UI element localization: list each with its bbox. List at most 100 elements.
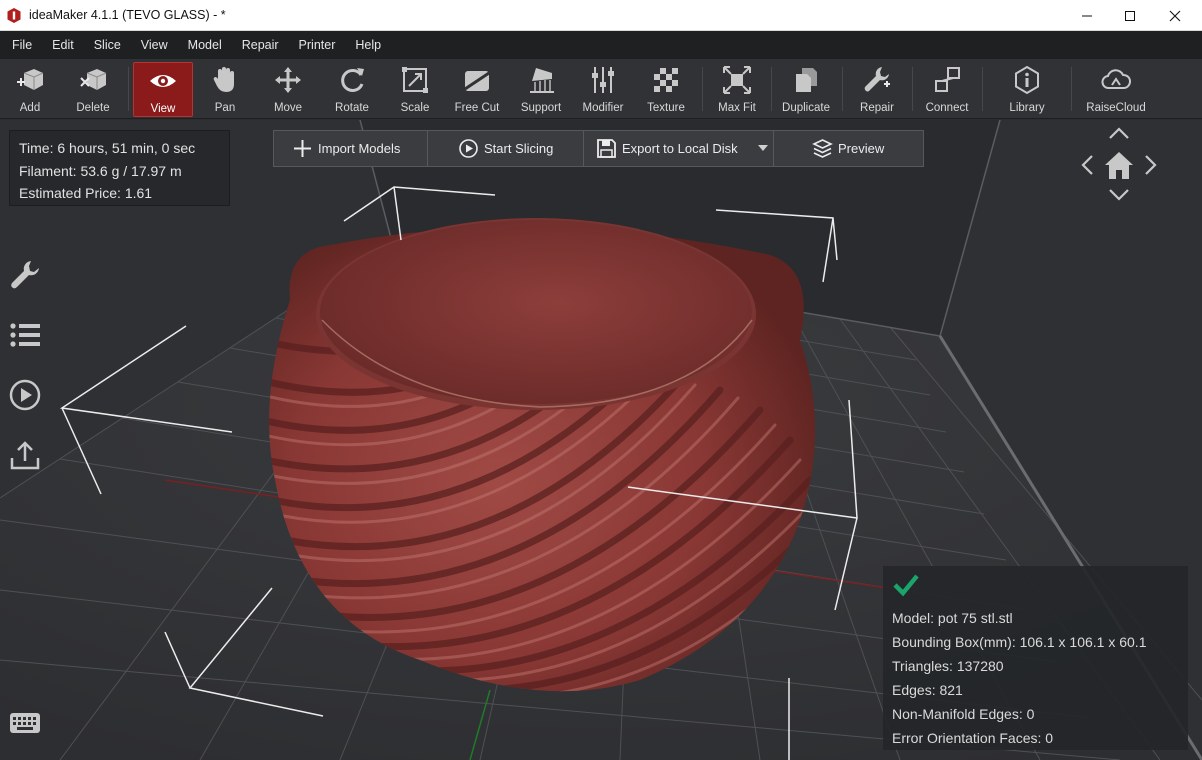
- connect-icon: [935, 67, 960, 92]
- start-slicing-button[interactable]: Start Slicing: [428, 131, 584, 166]
- home-icon: [1105, 152, 1133, 179]
- arrow-down-icon: [1109, 189, 1129, 201]
- view-down-button[interactable]: [1107, 186, 1131, 204]
- export-local-disk-button[interactable]: Export to Local Disk: [584, 131, 774, 166]
- play-circle-icon: [9, 379, 41, 411]
- duplicate-icon: [796, 68, 817, 92]
- wrench-icon: [864, 67, 890, 92]
- max-fit-icon: [723, 66, 751, 94]
- menu-model[interactable]: Model: [178, 31, 232, 59]
- arrow-left-icon: [1081, 155, 1093, 175]
- maximize-button[interactable]: [1107, 0, 1153, 31]
- model-name: Model: pot 75 stl.stl: [892, 610, 1013, 626]
- error-orientation-faces: Error Orientation Faces: 0: [892, 730, 1054, 746]
- tool-connect-button[interactable]: Connect: [920, 62, 974, 117]
- free-cut-icon: [464, 71, 490, 91]
- tool-add-button[interactable]: Add: [5, 62, 55, 117]
- tool-delete-button[interactable]: Delete: [67, 62, 119, 117]
- menu-repair[interactable]: Repair: [232, 31, 289, 59]
- minimize-button[interactable]: [1064, 0, 1110, 31]
- menu-printer[interactable]: Printer: [289, 31, 346, 59]
- tool-max-fit-button[interactable]: Max Fit: [712, 62, 762, 117]
- menu-bar: File Edit Slice View Model Repair Printe…: [0, 31, 1202, 59]
- tool-scale-button[interactable]: Scale: [390, 62, 440, 117]
- tool-pan-button[interactable]: Pan: [200, 62, 250, 117]
- support-icon: [530, 68, 554, 93]
- menu-help[interactable]: Help: [345, 31, 391, 59]
- model-list-button[interactable]: [8, 318, 42, 352]
- save-disk-icon: [597, 139, 616, 158]
- wrench-icon: [11, 261, 39, 289]
- title-bar: ideaMaker 4.1.1 (TEVO GLASS) - *: [0, 0, 1202, 31]
- plus-icon: [294, 140, 311, 157]
- upload-button[interactable]: [8, 438, 42, 472]
- menu-file[interactable]: File: [2, 31, 42, 59]
- upload-icon: [10, 441, 40, 470]
- list-icon: [10, 323, 40, 347]
- menu-view[interactable]: View: [131, 31, 178, 59]
- tool-repair-button[interactable]: Repair: [851, 62, 903, 117]
- tool-modifier-button[interactable]: Modifier: [578, 62, 628, 117]
- tool-move-button[interactable]: Move: [262, 62, 314, 117]
- delete-cube-icon: [80, 69, 107, 90]
- view-up-button[interactable]: [1107, 124, 1131, 142]
- slice-play-button[interactable]: [8, 378, 42, 412]
- triangle-count: Triangles: 137280: [892, 658, 1004, 674]
- texture-checker-icon: [654, 68, 678, 92]
- hand-icon: [213, 67, 234, 92]
- toolbar-separator: [128, 67, 129, 111]
- slicing-action-bar: Import Models Start Slicing Export to Lo…: [273, 130, 924, 167]
- view-left-button[interactable]: [1078, 153, 1096, 177]
- settings-wrench-button[interactable]: [8, 258, 42, 292]
- toolbar-separator: [1071, 67, 1072, 111]
- ideamaker-logo-icon: [7, 8, 21, 23]
- bounding-box: Bounding Box(mm): 106.1 x 106.1 x 60.1: [892, 634, 1147, 650]
- preview-button[interactable]: Preview: [774, 131, 923, 166]
- maximize-icon: [1125, 10, 1135, 21]
- ideamaker-window: ideaMaker 4.1.1 (TEVO GLASS) - * File Ed…: [0, 0, 1202, 760]
- tool-view-button[interactable]: View: [133, 62, 193, 117]
- main-toolbar: Add Delete View Pan Move Rotate Scale Fr…: [0, 59, 1202, 119]
- arrow-right-icon: [1145, 155, 1157, 175]
- view-home-button[interactable]: [1104, 150, 1134, 180]
- arrow-up-icon: [1109, 127, 1129, 139]
- toolbar-separator: [842, 67, 843, 111]
- menu-edit[interactable]: Edit: [42, 31, 84, 59]
- modifier-sliders-icon: [592, 67, 614, 93]
- info-library-icon: [1015, 65, 1039, 95]
- non-manifold-edges: Non-Manifold Edges: 0: [892, 706, 1035, 722]
- minimize-icon: [1082, 15, 1092, 16]
- tool-texture-button[interactable]: Texture: [640, 62, 692, 117]
- window-title: ideaMaker 4.1.1 (TEVO GLASS) - *: [29, 8, 226, 22]
- tool-rotate-button[interactable]: Rotate: [326, 62, 378, 117]
- check-icon: [893, 574, 919, 597]
- tool-library-button[interactable]: Library: [1000, 62, 1054, 117]
- scale-icon: [402, 67, 428, 93]
- print-time: Time: 6 hours, 51 min, 0 sec: [19, 140, 196, 156]
- toolbar-separator: [982, 67, 983, 111]
- edge-count: Edges: 821: [892, 682, 963, 698]
- print-estimate-panel: Time: 6 hours, 51 min, 0 sec Filament: 5…: [9, 130, 230, 206]
- close-icon: [1169, 10, 1181, 21]
- dropdown-arrow-icon[interactable]: [758, 144, 768, 152]
- toolbar-separator: [702, 67, 703, 111]
- play-circle-icon: [459, 139, 478, 158]
- menu-slice[interactable]: Slice: [84, 31, 131, 59]
- keyboard-icon[interactable]: [9, 712, 41, 734]
- filament-usage: Filament: 53.6 g / 17.97 m: [19, 162, 182, 179]
- model-info-panel: Model: pot 75 stl.stl Bounding Box(mm): …: [883, 566, 1188, 750]
- tool-free-cut-button[interactable]: Free Cut: [450, 62, 504, 117]
- tool-raisecloud-button[interactable]: RaiseCloud: [1086, 62, 1146, 117]
- import-models-button[interactable]: Import Models: [274, 131, 428, 166]
- tool-duplicate-button[interactable]: Duplicate: [778, 62, 834, 117]
- toolbar-separator: [771, 67, 772, 111]
- close-button[interactable]: [1152, 0, 1198, 31]
- layers-preview-icon: [812, 139, 833, 158]
- tool-support-button[interactable]: Support: [514, 62, 568, 117]
- rotate-icon: [341, 68, 364, 92]
- cloud-icon: [1101, 69, 1131, 89]
- view-right-button[interactable]: [1142, 153, 1160, 177]
- eye-icon: [150, 75, 176, 87]
- estimated-price: Estimated Price: 1.61: [19, 185, 153, 201]
- toolbar-separator: [912, 67, 913, 111]
